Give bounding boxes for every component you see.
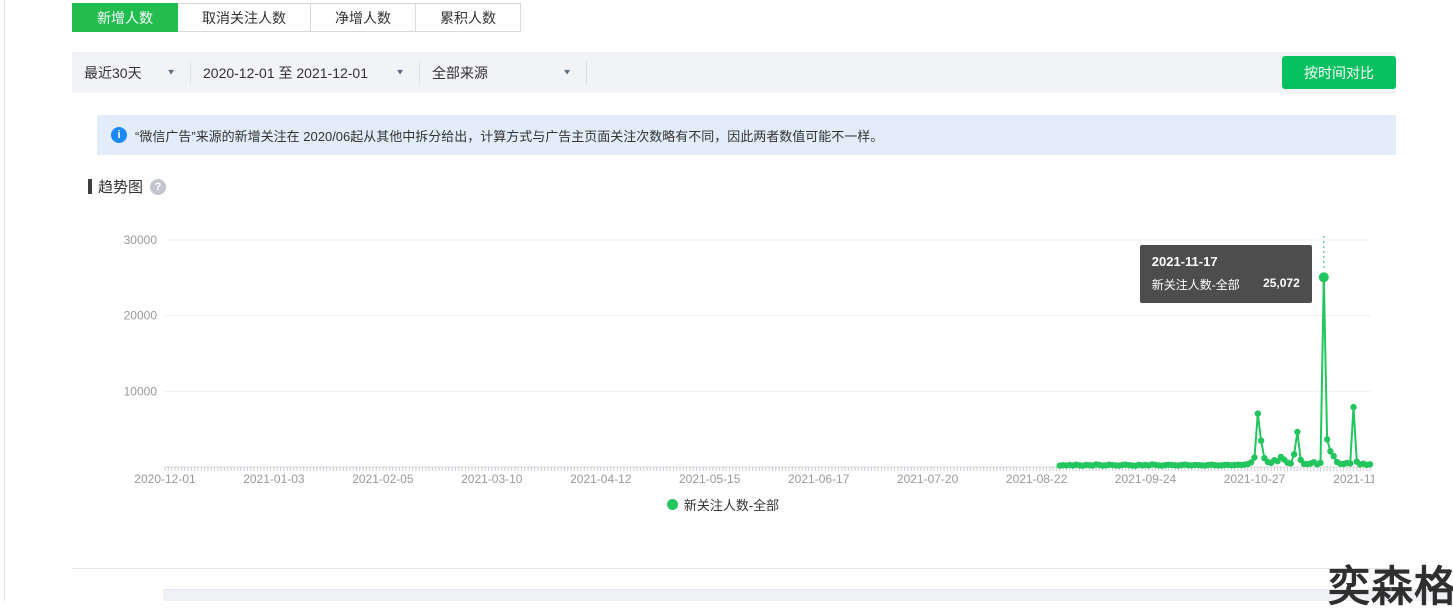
svg-text:2021-07-20: 2021-07-20 — [897, 472, 959, 486]
info-icon: i — [111, 127, 127, 143]
tab-net-growth[interactable]: 净增人数 — [310, 3, 416, 32]
watermark-text: 奕森格 — [1328, 553, 1453, 614]
legend-item[interactable]: 新关注人数-全部 — [667, 495, 779, 514]
watermark: 奕森格 — [1328, 553, 1453, 614]
help-icon[interactable]: ? — [150, 179, 166, 195]
chart-legend: 新关注人数-全部 — [72, 495, 1374, 514]
next-section-bar — [163, 589, 1453, 601]
svg-text:20000: 20000 — [124, 309, 158, 323]
trend-card: i “微信广告”来源的新增关注在 2020/06起从其他中拆分给出，计算方式与广… — [72, 93, 1396, 569]
notice-text: “微信广告”来源的新增关注在 2020/06起从其他中拆分给出，计算方式与广告主… — [135, 126, 883, 145]
source-select[interactable]: 全部来源 ▼ — [420, 52, 586, 93]
chevron-down-icon: ▼ — [395, 68, 405, 77]
notice-banner: i “微信广告”来源的新增关注在 2020/06起从其他中拆分给出，计算方式与广… — [97, 115, 1396, 155]
svg-text:30000: 30000 — [124, 233, 158, 247]
source-value: 全部来源 — [432, 63, 488, 83]
svg-text:2021-09-24: 2021-09-24 — [1115, 472, 1177, 486]
tooltip-value: 25,072 — [1263, 276, 1300, 293]
date-range-select[interactable]: 2020-12-01 至 2021-12-01 ▼ — [191, 52, 419, 93]
svg-text:2021-02-05: 2021-02-05 — [352, 472, 414, 486]
svg-text:2021-06-17: 2021-06-17 — [788, 472, 850, 486]
filter-divider — [586, 62, 587, 84]
svg-text:2021-04-12: 2021-04-12 — [570, 472, 632, 486]
tab-cumulative[interactable]: 累积人数 — [415, 3, 521, 32]
legend-label: 新关注人数-全部 — [684, 495, 779, 514]
compare-by-time-button[interactable]: 按时间对比 — [1282, 56, 1396, 89]
svg-text:2021-01-03: 2021-01-03 — [243, 472, 305, 486]
svg-text:10000: 10000 — [124, 384, 158, 398]
tab-unfollowers[interactable]: 取消关注人数 — [177, 3, 311, 32]
filter-bar: 最近30天 ▼ 2020-12-01 至 2021-12-01 ▼ 全部来源 ▼… — [72, 52, 1396, 93]
metric-tabs: 新增人数 取消关注人数 净增人数 累积人数 — [72, 3, 521, 32]
title-accent-bar — [88, 179, 92, 194]
svg-text:2020-12-01: 2020-12-01 — [134, 472, 196, 486]
legend-marker — [667, 499, 678, 510]
date-range-value: 2020-12-01 至 2021-12-01 — [203, 63, 368, 83]
tooltip-series-label: 新关注人数-全部 — [1152, 276, 1240, 293]
chart-tooltip: 2021-11-17 新关注人数-全部 25,072 — [1140, 245, 1312, 303]
svg-text:2021-10-27: 2021-10-27 — [1224, 472, 1286, 486]
tooltip-date: 2021-11-17 — [1152, 254, 1300, 269]
chevron-down-icon: ▼ — [562, 68, 572, 77]
svg-text:2021-11-29: 2021-11-29 — [1333, 472, 1374, 486]
section-title-text: 趋势图 — [98, 176, 143, 197]
time-range-select[interactable]: 最近30天 ▼ — [72, 52, 190, 93]
chevron-down-icon: ▼ — [166, 68, 176, 77]
section-title: 趋势图 ? — [88, 176, 1396, 197]
svg-text:2021-08-22: 2021-08-22 — [1006, 472, 1068, 486]
svg-text:2021-03-10: 2021-03-10 — [461, 472, 523, 486]
tab-new-followers[interactable]: 新增人数 — [72, 3, 178, 32]
page-left-border — [4, 0, 5, 601]
svg-text:2021-05-15: 2021-05-15 — [679, 472, 741, 486]
time-range-value: 最近30天 — [84, 63, 142, 83]
